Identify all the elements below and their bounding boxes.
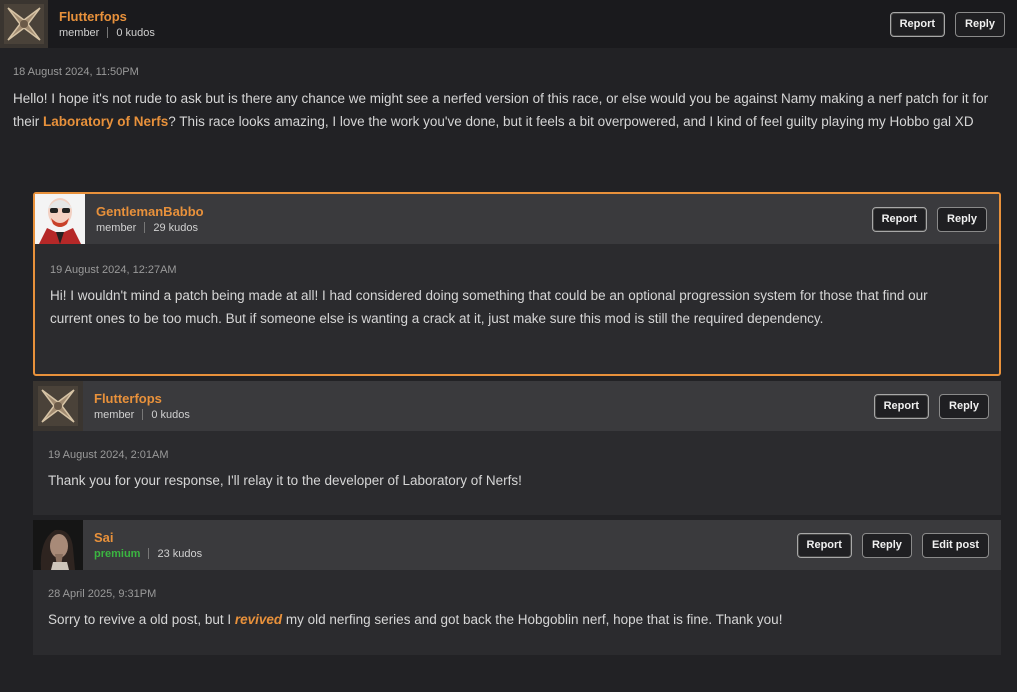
user-meta: Flutterfops member 0 kudos <box>59 9 155 40</box>
report-button[interactable]: Report <box>889 11 946 37</box>
user-avatar-icon <box>35 194 85 244</box>
user-role: member <box>94 408 135 421</box>
username[interactable]: Sai <box>94 530 202 546</box>
post-text: my old nerfing series and got back the H… <box>282 612 783 627</box>
username[interactable]: GentlemanBabbo <box>96 204 204 220</box>
username[interactable]: Flutterfops <box>94 391 190 407</box>
user-avatar-icon <box>38 386 78 426</box>
post-body: Thank you for your response, I'll relay … <box>48 473 522 488</box>
post-date: 19 August 2024, 12:27AM <box>50 264 177 276</box>
kudos-count: 23 kudos <box>157 547 203 560</box>
post-date: 18 August 2024, 11:50PM <box>13 66 139 78</box>
user-role: member <box>96 221 137 234</box>
post-body: Sorry to revive a old post, but I revive… <box>48 609 978 632</box>
report-button[interactable]: Report <box>796 532 852 558</box>
post-body: Hello! I hope it's not rude to ask but i… <box>13 88 1008 133</box>
user-avatar-icon <box>4 4 44 44</box>
user-role-premium: premium <box>94 547 141 560</box>
user-meta: GentlemanBabbo member 29 kudos <box>96 204 204 235</box>
post-text: Sorry to revive a old post, but I <box>48 612 235 627</box>
divider <box>107 27 109 38</box>
post-text: ? This race looks amazing, I love the wo… <box>168 113 974 129</box>
reply-button[interactable]: Reply <box>939 393 989 419</box>
reply-card-highlighted: GentlemanBabbo member 29 kudos Report Re… <box>33 192 1001 376</box>
avatar[interactable] <box>33 520 83 570</box>
report-button[interactable]: Report <box>873 393 930 419</box>
post-header: Flutterfops member 0 kudos Report Reply <box>0 0 1017 48</box>
post-date: 28 April 2025, 9:31PM <box>48 588 157 600</box>
username[interactable]: Flutterfops <box>59 9 155 25</box>
user-meta: Flutterfops member 0 kudos <box>94 391 190 422</box>
avatar[interactable] <box>33 381 83 431</box>
report-button[interactable]: Report <box>871 206 928 232</box>
post-actions: Report Reply <box>871 206 987 232</box>
divider <box>144 222 146 233</box>
kudos-count: 29 kudos <box>153 221 198 234</box>
avatar[interactable] <box>35 194 85 244</box>
post-body: Hi! I wouldn't mind a patch being made a… <box>50 288 928 326</box>
user-avatar-icon <box>33 520 83 570</box>
kudos-count: 0 kudos <box>116 26 155 39</box>
kudos-count: 0 kudos <box>151 408 190 421</box>
mod-link[interactable]: Laboratory of Nerfs <box>43 114 168 129</box>
reply-card: Sai premium 23 kudos Report Reply Edit p… <box>33 520 1001 655</box>
reply-button[interactable]: Reply <box>861 532 912 558</box>
divider <box>142 409 144 420</box>
divider <box>148 548 150 559</box>
post-header: Sai premium 23 kudos Report Reply Edit p… <box>33 520 1001 570</box>
post-header: Flutterfops member 0 kudos Report Reply <box>33 381 1001 431</box>
reply-card: Flutterfops member 0 kudos Report Reply … <box>33 381 1001 515</box>
post-actions: Report Reply <box>873 393 989 419</box>
post-header: GentlemanBabbo member 29 kudos Report Re… <box>35 194 999 244</box>
user-role: member <box>59 26 100 39</box>
reply-button[interactable]: Reply <box>955 11 1005 37</box>
user-meta: Sai premium 23 kudos <box>94 530 202 561</box>
post-actions: Report Reply Edit post <box>796 532 989 558</box>
post-actions: Report Reply <box>889 11 1005 37</box>
emphasis-text: revived <box>234 612 283 627</box>
reply-button[interactable]: Reply <box>937 206 987 232</box>
edit-post-button[interactable]: Edit post <box>921 532 989 558</box>
post-date: 19 August 2024, 2:01AM <box>48 449 169 461</box>
avatar[interactable] <box>0 0 48 48</box>
